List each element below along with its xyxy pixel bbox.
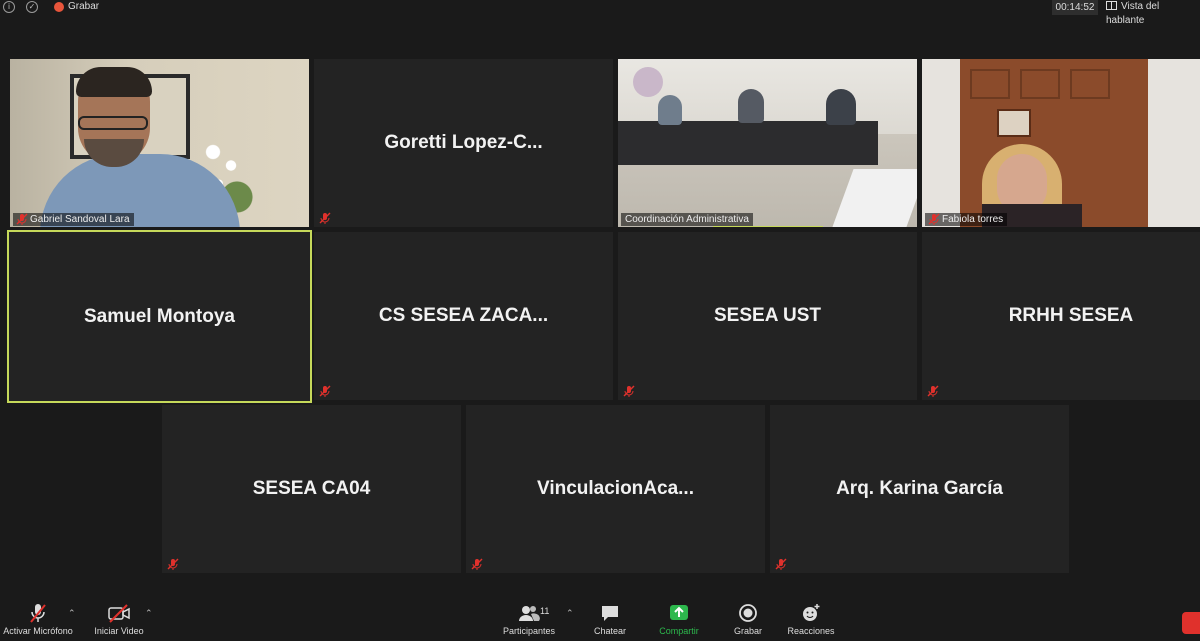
video-tile-fabiola[interactable]: Fabiola torres	[922, 59, 1200, 227]
participant-tile[interactable]: VinculacionAca...	[466, 405, 765, 573]
speaker-view-button[interactable]: Vista del hablante	[1106, 0, 1200, 26]
participant-name: Goretti Lopez-C...	[384, 132, 543, 153]
grid-view-icon	[1106, 1, 1117, 10]
participants-label: Participantes	[502, 626, 556, 636]
attendee-1	[658, 95, 682, 125]
muted-mic-icon	[167, 558, 179, 570]
person-hair	[76, 67, 152, 97]
record-indicator-icon	[54, 2, 64, 12]
participant-name: Fabiola torres	[942, 214, 1004, 225]
reactions-label: Reacciones	[787, 626, 835, 636]
muted-mic-icon	[319, 385, 331, 397]
wall-logo	[633, 67, 663, 97]
recording-label: Grabar	[68, 1, 100, 12]
participant-tile[interactable]: SESEA UST	[618, 232, 917, 400]
participant-name: VinculacionAca...	[537, 478, 694, 499]
video-off-icon	[108, 604, 130, 623]
reactions-button[interactable]: Reacciones	[784, 602, 838, 636]
start-video-button[interactable]: Iniciar Video	[90, 602, 148, 636]
chat-label: Chatear	[593, 626, 627, 636]
muted-mic-icon	[16, 213, 28, 225]
reactions-smiley-icon	[803, 604, 820, 621]
video-options-chevron-icon[interactable]: ⌃	[145, 608, 153, 619]
muted-mic-icon	[927, 385, 939, 397]
participants-count: 11	[540, 606, 550, 616]
top-bar: i ✓ Grabar 00:14:52 Vista del hablante	[0, 0, 1200, 26]
participants-button[interactable]: Participantes	[498, 602, 560, 636]
participant-label: Gabriel Sandoval Lara	[13, 213, 134, 226]
participant-tile[interactable]: SESEA CA04	[162, 405, 461, 573]
participant-name: Gabriel Sandoval Lara	[30, 214, 130, 225]
muted-mic-icon	[623, 385, 635, 397]
attendee-2	[738, 89, 764, 123]
meeting-toolbar: Activar Micrófono ⌃ Iniciar Video ⌃ Part…	[0, 598, 1200, 641]
participants-options-chevron-icon[interactable]: ⌃	[566, 608, 574, 619]
unmute-label: Activar Micrófono	[3, 626, 73, 636]
person-glasses	[78, 116, 148, 130]
record-icon	[739, 604, 757, 622]
share-screen-icon	[670, 605, 688, 620]
participant-tile[interactable]: Goretti Lopez-C...	[314, 59, 613, 227]
participant-tile[interactable]: Arq. Karina García	[770, 405, 1069, 573]
meeting-timer: 00:14:52	[1052, 0, 1098, 15]
share-screen-label: Compartir	[659, 626, 699, 636]
record-button[interactable]: Grabar	[726, 602, 770, 636]
speaking-indicator	[713, 226, 823, 227]
participant-name: Samuel Montoya	[84, 305, 235, 327]
start-video-label: Iniciar Video	[94, 626, 144, 636]
shelf-frame	[997, 109, 1031, 137]
participant-name: SESEA UST	[714, 305, 821, 326]
muted-mic-icon	[471, 558, 483, 570]
participant-name: Arq. Karina García	[836, 478, 1003, 499]
muted-microphone-icon	[30, 604, 46, 623]
cabinet-panel	[1070, 69, 1110, 99]
participant-tile[interactable]: RRHH SESEA	[922, 232, 1200, 400]
chat-button[interactable]: Chatear	[588, 602, 632, 636]
video-tile-gabriel[interactable]: Gabriel Sandoval Lara	[10, 59, 309, 227]
participant-name: CS SESEA ZACA...	[378, 305, 549, 326]
attendee-3	[826, 89, 856, 125]
participant-label: Coordinación Administrativa	[621, 213, 753, 226]
participant-name: Coordinación Administrativa	[625, 214, 749, 225]
muted-mic-icon	[928, 213, 940, 225]
participants-icon	[519, 606, 540, 621]
security-shield-icon[interactable]: ✓	[26, 1, 38, 13]
participant-tile[interactable]: CS SESEA ZACA...	[314, 232, 613, 400]
cabinet-panel	[1020, 69, 1060, 99]
record-label: Grabar	[733, 626, 762, 636]
end-meeting-button[interactable]	[1182, 612, 1200, 634]
muted-mic-icon	[319, 212, 331, 224]
info-icon[interactable]: i	[3, 1, 15, 13]
audio-options-chevron-icon[interactable]: ⌃	[68, 608, 76, 619]
participant-label: Fabiola torres	[925, 213, 1008, 226]
participant-name: RRHH SESEA	[1008, 305, 1134, 326]
video-tile-coordinacion[interactable]: Coordinación Administrativa	[618, 59, 917, 227]
unmute-button[interactable]: Activar Micrófono	[0, 602, 76, 636]
participant-tile-active-speaker[interactable]: Samuel Montoya	[7, 230, 312, 403]
share-screen-button[interactable]: Compartir	[652, 602, 706, 636]
muted-mic-icon	[775, 558, 787, 570]
cabinet-panel	[970, 69, 1010, 99]
participant-name: SESEA CA04	[252, 478, 371, 499]
chat-icon	[602, 606, 618, 621]
conference-table	[618, 121, 878, 165]
